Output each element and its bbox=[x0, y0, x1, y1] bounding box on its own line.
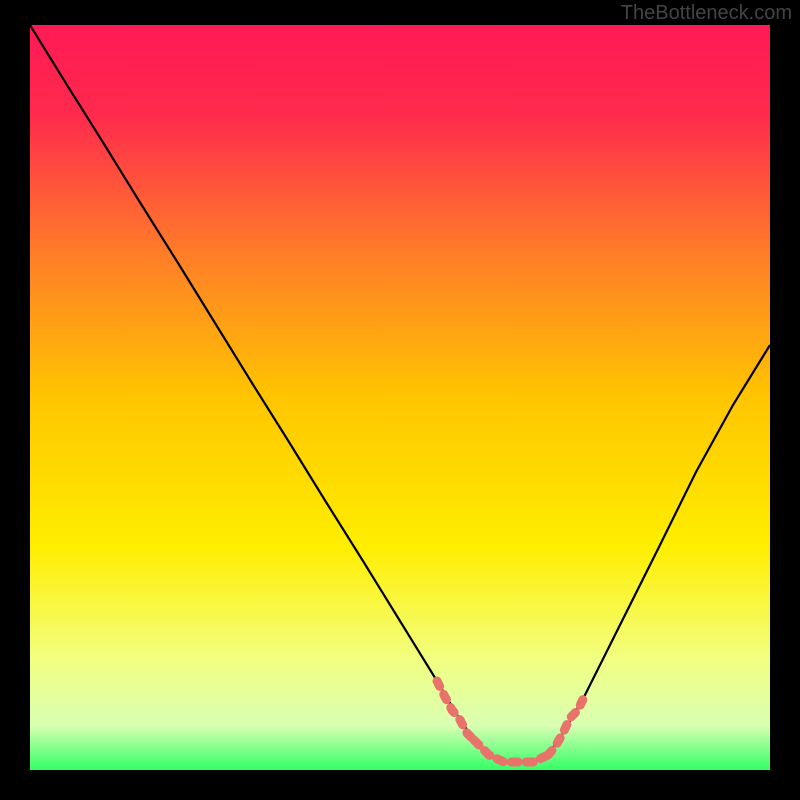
plot-area bbox=[30, 25, 770, 770]
gradient-background bbox=[30, 25, 770, 770]
chart-svg bbox=[30, 25, 770, 770]
watermark-text: TheBottleneck.com bbox=[621, 2, 792, 25]
